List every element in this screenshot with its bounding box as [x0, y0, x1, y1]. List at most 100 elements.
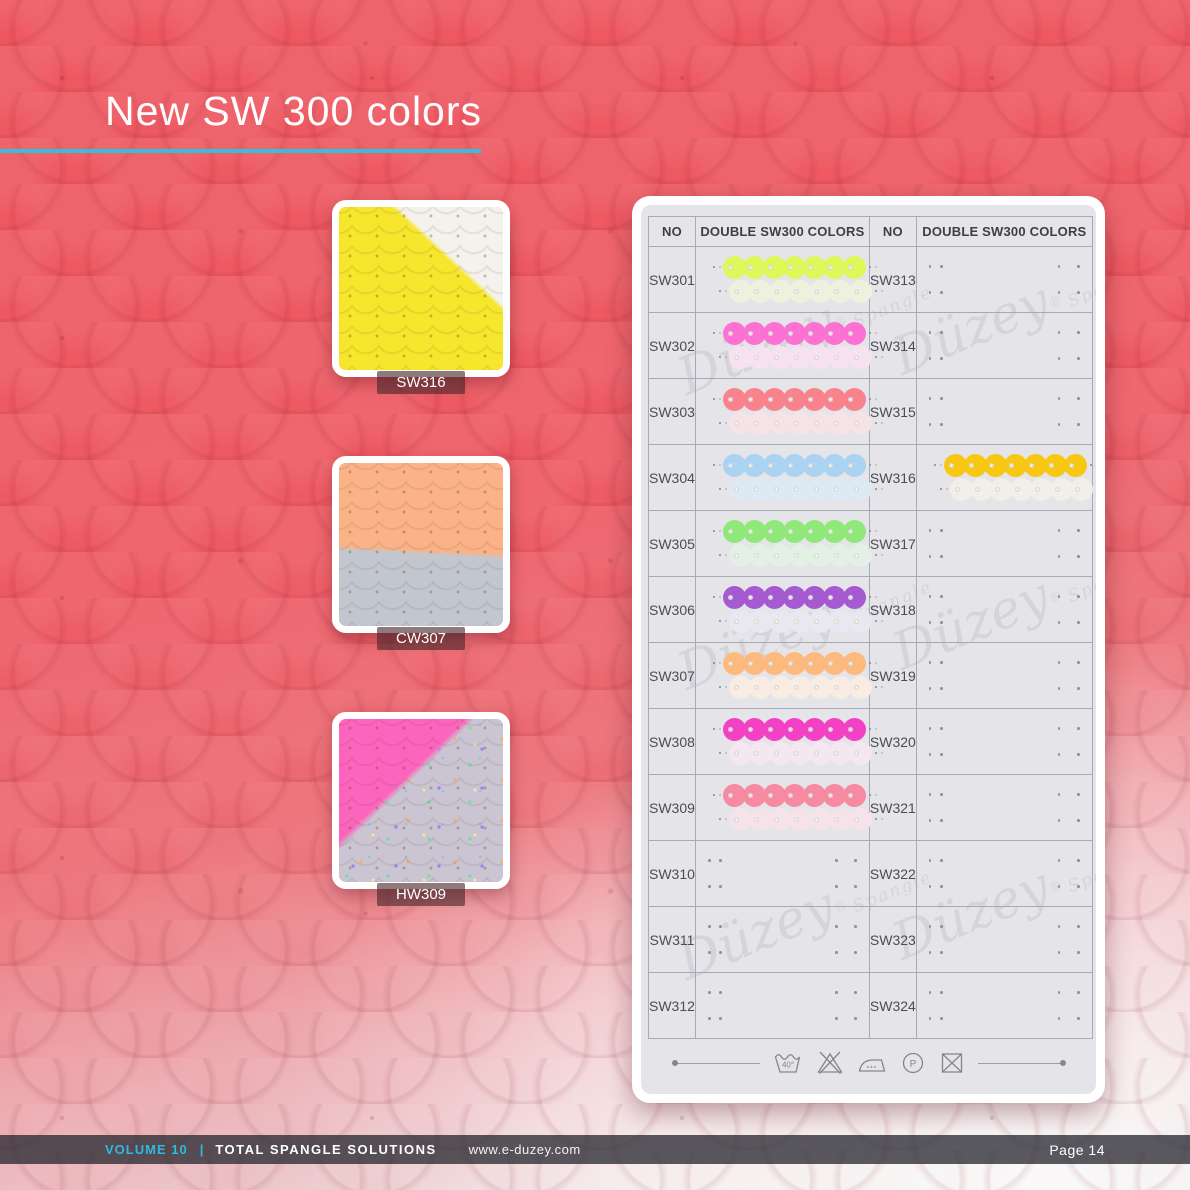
sequin-hole	[748, 529, 754, 535]
sequin-hole	[1035, 487, 1041, 493]
thread-end-marks	[1058, 885, 1080, 888]
sequin-hole	[748, 595, 754, 601]
sequin-hole	[728, 397, 734, 403]
sequin-hole	[748, 793, 754, 799]
sequin-hole	[794, 817, 800, 823]
sequin-hole	[834, 421, 840, 427]
color-number-cell: SW306	[649, 577, 696, 643]
footer-volume: VOLUME 10	[105, 1142, 188, 1157]
table-row: SW311SW323	[649, 907, 1093, 973]
thread-end-marks	[929, 819, 943, 822]
sequin-hole	[728, 595, 734, 601]
color-sample-cell	[916, 577, 1092, 643]
footer-website: www.e-duzey.com	[469, 1142, 581, 1157]
sequin-hole	[808, 463, 814, 469]
color-sample-cell	[916, 643, 1092, 709]
sequin	[849, 742, 872, 765]
sequin-hole	[754, 817, 760, 823]
sequin	[843, 454, 866, 477]
sequin-hole	[808, 661, 814, 667]
color-number-cell: SW309	[649, 775, 696, 841]
sequin-hole	[834, 553, 840, 559]
color-number-cell: SW312	[649, 973, 696, 1039]
thread-end-marks	[708, 951, 722, 954]
sequin-hole	[794, 619, 800, 625]
sequin-hole	[834, 289, 840, 295]
dry-clean-p-icon: P	[900, 1050, 926, 1076]
sequin-hole	[774, 553, 780, 559]
sequin-hole	[734, 751, 740, 757]
color-number-cell: SW308	[649, 709, 696, 775]
sequin-hole	[955, 487, 961, 493]
sequin-hole	[834, 817, 840, 823]
sequin-hole	[728, 793, 734, 799]
color-sample-cell	[916, 775, 1092, 841]
sequin-hole	[768, 793, 774, 799]
sequin-strand-bot	[716, 477, 885, 501]
sequin-strand-top	[710, 651, 879, 675]
color-sample-cell	[695, 973, 869, 1039]
thread-end-marks	[1058, 265, 1080, 268]
sequin-hole	[834, 487, 840, 493]
thread-end-marks	[929, 661, 943, 664]
svg-text:40°: 40°	[781, 1061, 793, 1070]
color-sample-cell	[695, 445, 869, 511]
sequin-hole	[828, 529, 834, 535]
sequin-hole	[834, 751, 840, 757]
sequin-hole	[774, 355, 780, 361]
sw300-colors-table: NO DOUBLE SW300 COLORS NO DOUBLE SW300 C…	[648, 216, 1093, 1039]
care-symbols-row: 40° P	[641, 1046, 1096, 1080]
sequin-hole	[768, 397, 774, 403]
swatch-label-sw316: SW316	[377, 371, 465, 394]
sequin-hole	[848, 463, 854, 469]
color-sample-cell	[695, 643, 869, 709]
color-number-cell: SW303	[649, 379, 696, 445]
sequin	[849, 676, 872, 699]
sequin-hole	[808, 331, 814, 337]
sequin	[1064, 454, 1087, 477]
color-sample-cell	[695, 907, 869, 973]
swatch-label-hw309: HW309	[377, 883, 465, 906]
sequin-hole	[834, 355, 840, 361]
sequin-hole	[854, 751, 860, 757]
sequin-hole	[754, 421, 760, 427]
thread-end-marks	[1058, 291, 1080, 294]
thread-end-marks	[708, 859, 722, 862]
sequin-hole	[854, 817, 860, 823]
sequin-hole	[728, 463, 734, 469]
sequin-hole	[814, 817, 820, 823]
sequin-strand-bot	[716, 543, 885, 567]
sequin-hole	[854, 487, 860, 493]
sequin	[843, 718, 866, 741]
sequin-hole	[848, 661, 854, 667]
sequin-hole	[768, 727, 774, 733]
sequin-hole	[734, 685, 740, 691]
sequin-hole	[734, 355, 740, 361]
table-row: SW302SW314	[649, 313, 1093, 379]
color-number-cell: SW307	[649, 643, 696, 709]
thread-end-marks	[1058, 555, 1080, 558]
iron-icon	[857, 1050, 887, 1076]
color-number-cell: SW324	[869, 973, 916, 1039]
table-row: SW303SW315	[649, 379, 1093, 445]
color-sample-cell	[916, 907, 1092, 973]
thread-end-marks	[929, 291, 943, 294]
table-row: SW308SW320	[649, 709, 1093, 775]
sequin-hole	[748, 463, 754, 469]
sequin-strand-bot	[716, 807, 885, 831]
sequin-hole	[728, 727, 734, 733]
sequin-strand-bot	[937, 477, 1096, 501]
thread-end-marks	[929, 595, 943, 598]
thread-end-marks	[835, 951, 857, 954]
thread-end-marks	[1058, 621, 1080, 624]
sequin-hole	[768, 331, 774, 337]
sequin-hole	[734, 421, 740, 427]
thread-end-marks	[929, 357, 943, 360]
footer-page-number: Page 14	[1049, 1142, 1105, 1158]
sequin-strand-top	[710, 387, 879, 411]
sequin-strand-top	[710, 717, 879, 741]
color-sample-cell	[695, 775, 869, 841]
do-not-tumble-dry-icon	[939, 1050, 965, 1076]
sequin-hole	[794, 421, 800, 427]
care-divider-line-left	[676, 1063, 760, 1064]
